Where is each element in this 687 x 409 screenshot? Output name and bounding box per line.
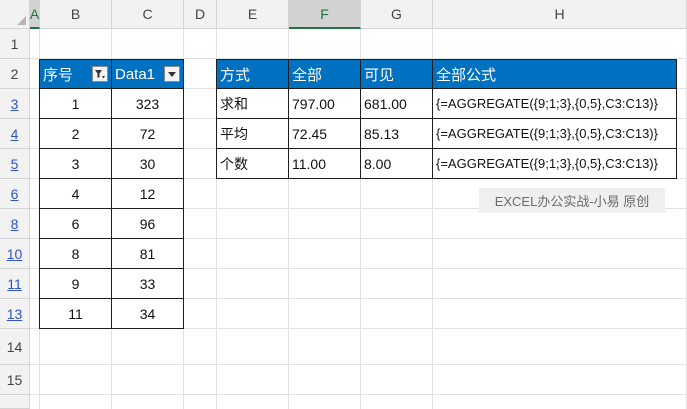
row-header-10[interactable]: 10 <box>0 239 30 269</box>
row-header-13[interactable]: 13 <box>0 299 30 329</box>
header-cell-index[interactable]: 序号 <box>39 59 112 89</box>
filter-dropdown-button[interactable] <box>164 66 180 82</box>
table-cell-formula[interactable]: {=AGGREGATE({9;1;3},{0,5},C3:C13)} <box>432 118 677 149</box>
row-header-6[interactable]: 6 <box>0 179 30 209</box>
table-cell-formula[interactable]: {=AGGREGATE({9;1;3},{0,5},C3:C13)} <box>432 88 677 119</box>
table-cell-value[interactable]: 30 <box>111 148 184 179</box>
watermark-label: EXCEL办公实战-小易 原创 <box>479 188 665 213</box>
table-cell-index[interactable]: 6 <box>39 208 112 239</box>
table-cell-value[interactable]: 96 <box>111 208 184 239</box>
table-cell-visible[interactable]: 8.00 <box>360 148 433 179</box>
row-header-14[interactable]: 14 <box>0 329 30 365</box>
row-header-2[interactable]: 2 <box>0 59 30 89</box>
table-cell-method[interactable]: 个数 <box>216 148 289 179</box>
column-header-d[interactable]: D <box>184 0 217 29</box>
table-cell-visible[interactable]: 85.13 <box>360 118 433 149</box>
row-header-16[interactable]: 16 <box>0 395 30 409</box>
row-header-3[interactable]: 3 <box>0 89 30 119</box>
table-cell-value[interactable]: 72 <box>111 118 184 149</box>
table-cell-index[interactable]: 4 <box>39 178 112 209</box>
header-cell-formula[interactable]: 全部公式 <box>432 59 677 89</box>
row-header-11[interactable]: 11 <box>0 269 30 299</box>
column-header-c[interactable]: C <box>112 0 184 29</box>
row-header-8[interactable]: 8 <box>0 209 30 239</box>
table-cell-index[interactable]: 8 <box>39 238 112 269</box>
column-header-e[interactable]: E <box>217 0 289 29</box>
table-cell-visible[interactable]: 681.00 <box>360 88 433 119</box>
header-cell-method[interactable]: 方式 <box>216 59 289 89</box>
table-cell-value[interactable]: 34 <box>111 298 184 329</box>
filter-funnel-icon <box>95 70 105 79</box>
column-header-g[interactable]: G <box>361 0 433 29</box>
table-cell-all[interactable]: 72.45 <box>288 118 361 149</box>
row-header-1[interactable]: 1 <box>0 29 30 59</box>
gridline <box>30 394 687 395</box>
table-cell-value[interactable]: 12 <box>111 178 184 209</box>
table-cell-index[interactable]: 11 <box>39 298 112 329</box>
table-cell-value[interactable]: 323 <box>111 88 184 119</box>
header-cell-visible[interactable]: 可见 <box>360 59 433 89</box>
column-header-b[interactable]: B <box>40 0 112 29</box>
row-header-5[interactable]: 5 <box>0 149 30 179</box>
table-cell-formula[interactable]: {=AGGREGATE({9;1;3},{0,5},C3:C13)} <box>432 148 677 179</box>
table-cell-method[interactable]: 平均 <box>216 118 289 149</box>
column-header-f[interactable]: F <box>289 0 361 29</box>
table-cell-index[interactable]: 9 <box>39 268 112 299</box>
table-cell-all[interactable]: 11.00 <box>288 148 361 179</box>
row-header-15[interactable]: 15 <box>0 365 30 395</box>
header-label-index: 序号 <box>43 66 74 84</box>
select-all-corner[interactable] <box>0 0 30 29</box>
row-header-4[interactable]: 4 <box>0 119 30 149</box>
table-cell-index[interactable]: 2 <box>39 118 112 149</box>
table-cell-method[interactable]: 求和 <box>216 88 289 119</box>
table-cell-index[interactable]: 3 <box>39 148 112 179</box>
filter-active-button[interactable] <box>92 66 108 82</box>
header-cell-all[interactable]: 全部 <box>288 59 361 89</box>
table-cell-value[interactable]: 33 <box>111 268 184 299</box>
header-cell-data1[interactable]: Data1 <box>111 59 184 89</box>
dropdown-arrow-icon <box>168 72 176 77</box>
gridline <box>30 364 687 365</box>
table-cell-all[interactable]: 797.00 <box>288 88 361 119</box>
table-cell-value[interactable]: 81 <box>111 238 184 269</box>
table-cell-index[interactable]: 1 <box>39 88 112 119</box>
column-header-h[interactable]: H <box>433 0 687 29</box>
column-header-a[interactable]: A <box>30 0 40 29</box>
header-label-data1: Data1 <box>115 65 156 83</box>
